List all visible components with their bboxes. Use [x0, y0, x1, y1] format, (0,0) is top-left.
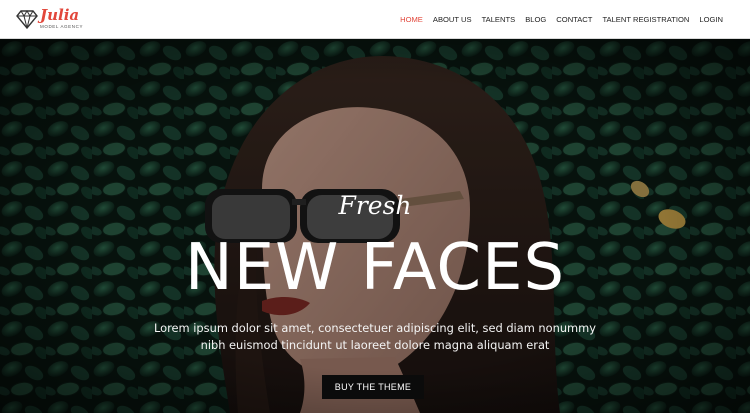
buy-theme-button[interactable]: BUY THE THEME — [322, 375, 424, 399]
brand-name: Julia — [40, 6, 80, 24]
hero-content: Fresh NEW FACES Lorem ipsum dolor sit am… — [0, 39, 750, 413]
hero-kicker: Fresh — [338, 191, 412, 220]
nav-item-home[interactable]: HOME — [400, 15, 423, 24]
site-header: Julia MODEL AGENCY HOME ABOUT US TALENTS… — [0, 0, 750, 39]
diamond-icon — [16, 10, 38, 29]
nav-item-contact[interactable]: CONTACT — [556, 15, 592, 24]
main-nav: HOME ABOUT US TALENTS BLOG CONTACT TALEN… — [400, 0, 723, 38]
nav-item-login[interactable]: LOGIN — [699, 15, 723, 24]
nav-item-talents[interactable]: TALENTS — [482, 15, 516, 24]
nav-item-about-us[interactable]: ABOUT US — [433, 15, 472, 24]
nav-item-talent-registration[interactable]: TALENT REGISTRATION — [602, 15, 689, 24]
hero-subtext: Lorem ipsum dolor sit amet, consectetuer… — [154, 321, 596, 352]
nav-item-blog[interactable]: BLOG — [525, 15, 546, 24]
brand-tagline: MODEL AGENCY — [40, 24, 84, 29]
hero-section: Fresh NEW FACES Lorem ipsum dolor sit am… — [0, 39, 750, 413]
hero-headline: NEW FACES — [184, 231, 566, 305]
